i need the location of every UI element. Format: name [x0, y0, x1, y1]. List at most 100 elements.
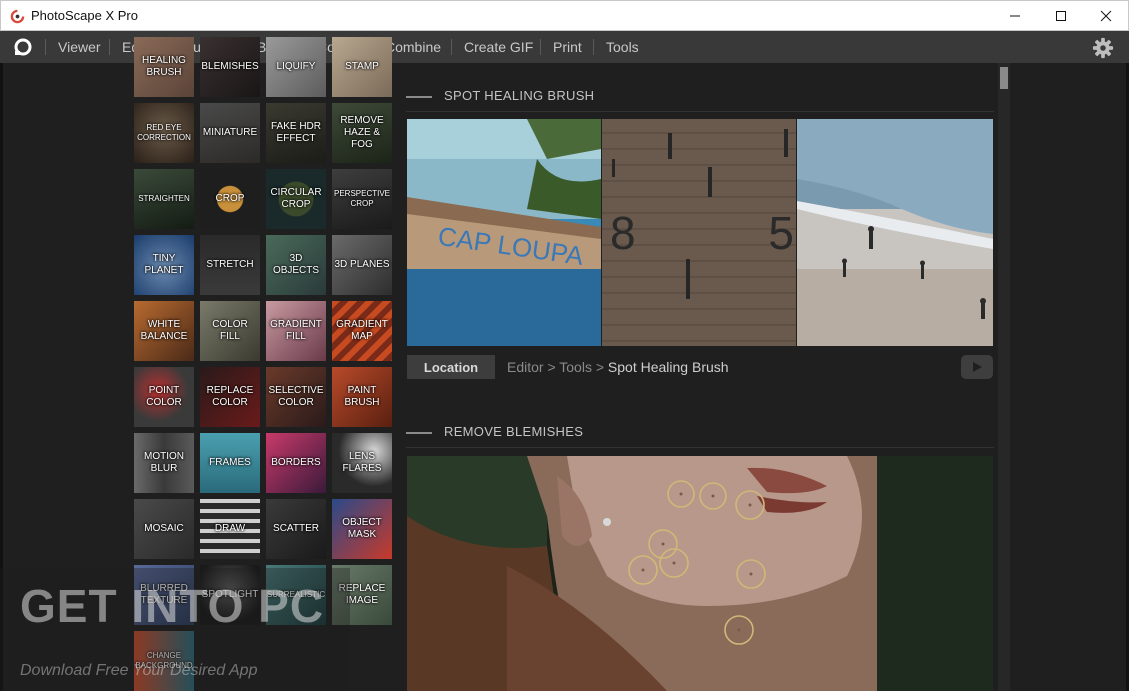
tool-frames[interactable]: FRAMES: [200, 433, 260, 493]
menu-separator: [109, 39, 110, 55]
tool-label: REMOVE HAZE & FOG: [340, 115, 384, 150]
tool-label: CIRCULAR CROP: [270, 187, 322, 210]
section-header-spot-healing: SPOT HEALING BRUSH: [406, 82, 994, 112]
tool-circular-crop[interactable]: CIRCULAR CROP: [266, 169, 326, 229]
tool-label: 3D PLANES: [334, 259, 390, 270]
boat-photo: CAP LOUPA: [407, 119, 601, 346]
tool-label: HEALING BRUSH: [142, 55, 186, 78]
scrollbar-thumb[interactable]: [1000, 67, 1008, 89]
section-title: SPOT HEALING BRUSH: [444, 88, 595, 103]
maximize-icon: [1056, 11, 1066, 21]
play-icon: [973, 362, 982, 372]
photoscape-logo-icon[interactable]: [12, 37, 34, 57]
location-button[interactable]: Location: [407, 355, 495, 379]
tool-label: PERSPECTIVE CROP: [334, 189, 391, 208]
menu-separator: [451, 39, 452, 55]
section-title: REMOVE BLEMISHES: [444, 424, 584, 439]
tool-straighten[interactable]: STRAIGHTEN: [134, 169, 194, 229]
tool-red-eye-correction[interactable]: RED EYE CORRECTION: [134, 103, 194, 163]
tool-tiny-planet[interactable]: TINY PLANET: [134, 235, 194, 295]
tool-lens-flares[interactable]: LENS FLARES: [332, 433, 392, 493]
minimize-button[interactable]: [992, 1, 1038, 31]
section-header-remove-blemishes: REMOVE BLEMISHES: [406, 418, 994, 448]
example-photo-boat: CAP LOUPA: [407, 119, 601, 346]
tool-miniature[interactable]: MINIATURE: [200, 103, 260, 163]
tool-label: POINT COLOR: [146, 385, 182, 408]
tool-3d-planes[interactable]: 3D PLANES: [332, 235, 392, 295]
video-play-button[interactable]: [961, 355, 993, 379]
menu-separator: [45, 39, 46, 55]
tool-fake-hdr-effect[interactable]: FAKE HDR EFFECT: [266, 103, 326, 163]
title-bar: PhotoScape X Pro: [0, 0, 1129, 31]
example-photo-beach: [797, 119, 993, 346]
menu-viewer[interactable]: Viewer: [58, 31, 101, 63]
tool-label: MINIATURE: [202, 127, 258, 138]
tool-point-color[interactable]: POINT COLOR: [134, 367, 194, 427]
wall-photo: 8 5: [602, 119, 796, 346]
maximize-button[interactable]: [1038, 1, 1084, 31]
menu-create-gif[interactable]: Create GIF: [464, 31, 533, 63]
section-dash: [406, 432, 432, 434]
tool-healing-brush[interactable]: HEALING BRUSH: [134, 37, 194, 97]
section-dash: [406, 96, 432, 98]
watermark-subtitle: Download Free Your Desired App: [20, 662, 258, 679]
tool-label: CROP: [215, 193, 245, 204]
tool-crop[interactable]: CROP: [200, 169, 260, 229]
tool-label: SCATTER: [273, 523, 319, 534]
tool-label: BLEMISHES: [201, 61, 259, 72]
tool-label: BORDERS: [271, 457, 321, 468]
close-button[interactable]: [1083, 1, 1129, 31]
settings-gear-icon[interactable]: [1092, 37, 1114, 59]
tool-stamp[interactable]: STAMP: [332, 37, 392, 97]
tool-label: OBJECT MASK: [342, 517, 382, 540]
app-icon: [10, 9, 25, 24]
wall-text: 8 5: [610, 207, 796, 259]
tool-label: STRETCH: [206, 259, 254, 270]
close-icon: [1100, 10, 1112, 22]
tool-motion-blur[interactable]: MOTION BLUR: [134, 433, 194, 493]
tool-mosaic[interactable]: MOSAIC: [134, 499, 194, 559]
tool-label: TINY PLANET: [144, 253, 184, 276]
example-photo-wall: 8 5: [602, 119, 796, 346]
location-breadcrumb: Editor > Tools > Spot Healing Brush: [507, 359, 729, 375]
tool-object-mask[interactable]: OBJECT MASK: [332, 499, 392, 559]
vertical-scrollbar[interactable]: [998, 63, 1010, 691]
tool-label: STRAIGHTEN: [138, 194, 190, 203]
tool-label: DRAW: [214, 523, 246, 534]
menu-print[interactable]: Print: [553, 31, 582, 63]
tool-perspective-crop[interactable]: PERSPECTIVE CROP: [332, 169, 392, 229]
tool-selective-color[interactable]: SELECTIVE COLOR: [266, 367, 326, 427]
tool-label: STAMP: [345, 61, 379, 72]
menu-tools[interactable]: Tools: [606, 31, 639, 63]
tool-label: PAINT BRUSH: [344, 385, 380, 408]
menu-separator: [593, 39, 594, 55]
window-title: PhotoScape X Pro: [31, 8, 138, 23]
breadcrumb-current: Spot Healing Brush: [607, 359, 729, 375]
tool-label: MOSAIC: [144, 523, 184, 534]
tool-borders[interactable]: BORDERS: [266, 433, 326, 493]
tool-blemishes[interactable]: BLEMISHES: [200, 37, 260, 97]
tool-label: GRADIENT FILL: [270, 319, 322, 342]
tool-color-fill[interactable]: COLOR FILL: [200, 301, 260, 361]
tool-paint-brush[interactable]: PAINT BRUSH: [332, 367, 392, 427]
tool-label: REPLACE COLOR: [206, 385, 254, 408]
tool-liquify[interactable]: LIQUIFY: [266, 37, 326, 97]
tool-label: COLOR FILL: [212, 319, 248, 342]
tool-label: MOTION BLUR: [144, 451, 184, 474]
tool-white-balance[interactable]: WHITE BALANCE: [134, 301, 194, 361]
tool-3d-objects[interactable]: 3D OBJECTS: [266, 235, 326, 295]
tool-draw[interactable]: DRAW: [200, 499, 260, 559]
menu-combine[interactable]: Combine: [385, 31, 441, 63]
tool-label: 3D OBJECTS: [272, 253, 320, 276]
tool-stretch[interactable]: STRETCH: [200, 235, 260, 295]
tool-label: LENS FLARES: [342, 451, 382, 474]
menu-separator: [540, 39, 541, 55]
tool-label: WHITE BALANCE: [140, 319, 188, 342]
tool-gradient-map[interactable]: GRADIENT MAP: [332, 301, 392, 361]
tool-replace-color[interactable]: REPLACE COLOR: [200, 367, 260, 427]
content-area: HEALING BRUSH BLEMISHES LIQUIFY STAMP RE…: [0, 37, 1129, 691]
portrait-photo: [407, 456, 993, 691]
tool-gradient-fill[interactable]: GRADIENT FILL: [266, 301, 326, 361]
tool-remove-haze-fog[interactable]: REMOVE HAZE & FOG: [332, 103, 392, 163]
tool-scatter[interactable]: SCATTER: [266, 499, 326, 559]
